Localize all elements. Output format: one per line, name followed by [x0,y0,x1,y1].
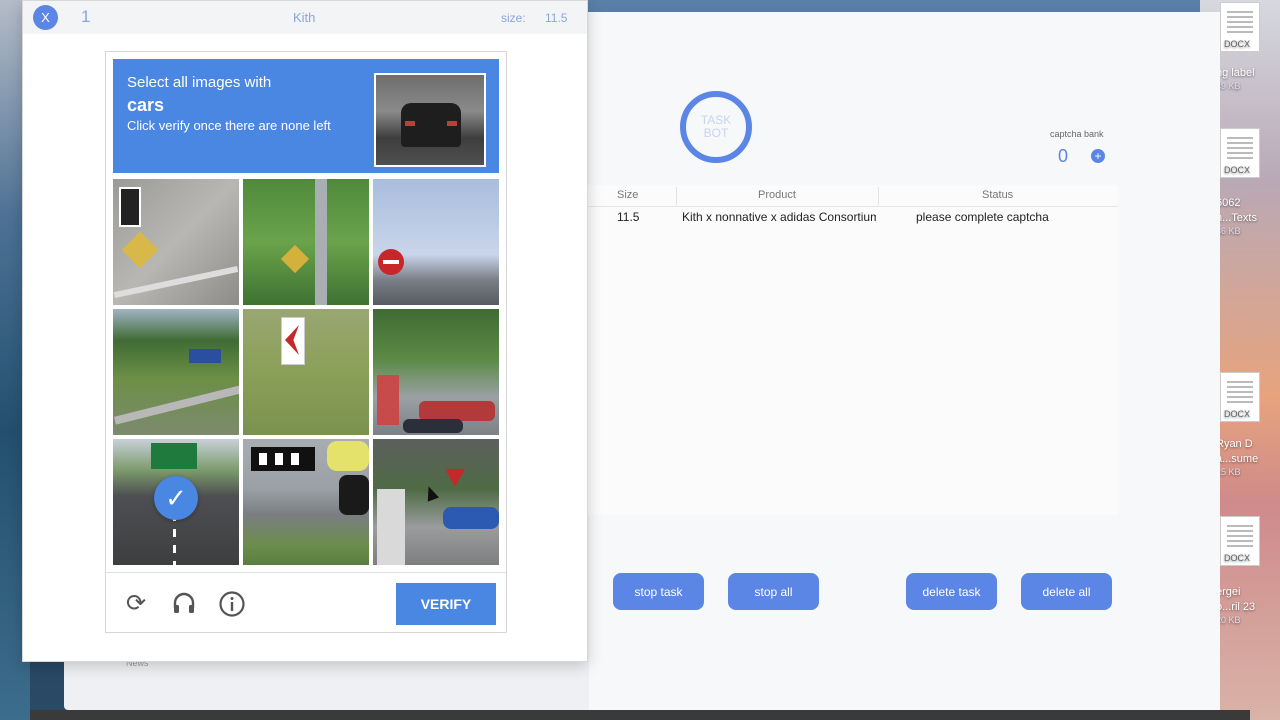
reload-icon[interactable]: ⟳ [122,590,150,618]
info-icon[interactable] [218,590,246,618]
document-icon: DOCX [1220,372,1260,422]
captcha-tile-1[interactable] [113,179,239,305]
captcha-bank-count: 0 [1058,146,1069,166]
add-captcha-button[interactable]: + [1091,149,1105,163]
column-header-product[interactable]: Product [758,189,796,201]
example-car-image [374,73,486,167]
highway-sign-image [151,443,197,469]
document-icon: DOCX [1220,128,1260,178]
car-image [443,507,499,529]
desktop-file-1-caption: ng label 49 KB [1216,67,1255,91]
captcha-tile-2[interactable] [243,179,369,305]
document-icon: DOCX [1220,516,1260,566]
road-sign-image [119,187,141,227]
close-button[interactable]: X [33,5,58,30]
target-object: cars [127,95,165,115]
delete-all-button[interactable]: delete all [1021,573,1112,610]
captcha-tile-3[interactable] [373,179,499,305]
checkmark-icon: ✓ [154,476,198,520]
car-image [327,441,369,471]
desktop-file-1[interactable]: DOCX [1212,2,1280,52]
table-divider [588,206,1118,207]
stop-all-button[interactable]: stop all [728,573,819,610]
task-counter: 1 [81,7,91,26]
footer-divider [106,572,506,573]
pole-image [315,179,327,305]
taskbot-logo: TASK BOT [680,91,752,163]
column-divider [878,187,879,205]
column-header-size[interactable]: Size [617,189,638,201]
captcha-tile-7-selected[interactable]: ✓ [113,439,239,565]
size-value: 11.5 [545,11,568,25]
yield-sign-image [445,469,465,487]
captcha-tile-4[interactable] [113,309,239,435]
site-name: Kith [293,10,316,25]
popup-title-bar: X 1 Kith size: 11.5 [23,1,587,34]
recaptcha-challenge: Select all images with cars Click verify… [105,51,507,633]
delete-task-button[interactable]: delete task [906,573,997,610]
desktop-file-2[interactable]: DOCX [1212,128,1280,178]
task-status-cell[interactable]: please complete captcha [916,210,1049,224]
document-icon: DOCX [1220,2,1260,52]
chevron-sign-image [189,349,221,363]
column-header-status[interactable]: Status [982,189,1013,201]
desktop-file-3[interactable]: DOCX [1212,372,1280,422]
desktop-file-4[interactable]: DOCX [1212,516,1280,566]
instruction-text: Select all images with [127,74,272,91]
dock[interactable] [30,710,1250,720]
desktop-file-2-caption: 6062 n...Texts 36 KB [1216,197,1257,236]
column-divider [676,187,677,205]
verify-button[interactable]: VERIFY [396,583,496,625]
captcha-popup: X 1 Kith size: 11.5 Select all images wi… [22,0,588,662]
instruction-subtext: Click verify once there are none left [127,118,331,133]
captcha-tile-5[interactable] [243,309,369,435]
captcha-bank-label: captcha bank [1050,129,1104,139]
captcha-tile-9[interactable] [373,439,499,565]
desktop-file-3-caption: Ryan D a...sume 25 KB [1216,438,1259,477]
task-size-cell[interactable]: 11.5 [617,210,639,224]
stop-task-button[interactable]: stop task [613,573,704,610]
desktop-file-4-caption: ergei o...ril 23 20 KB [1216,586,1256,625]
car-image [419,401,495,421]
challenge-header: Select all images with cars Click verify… [113,59,499,173]
size-label: size: [501,11,526,25]
task-product-cell[interactable]: Kith x nonnative x adidas Consortium [682,210,876,224]
headphones-icon[interactable] [170,590,198,618]
captcha-tile-8[interactable] [243,439,369,565]
task-table: Size Product Status 11.5 Kith x nonnativ… [588,185,1118,515]
captcha-tile-6[interactable] [373,309,499,435]
